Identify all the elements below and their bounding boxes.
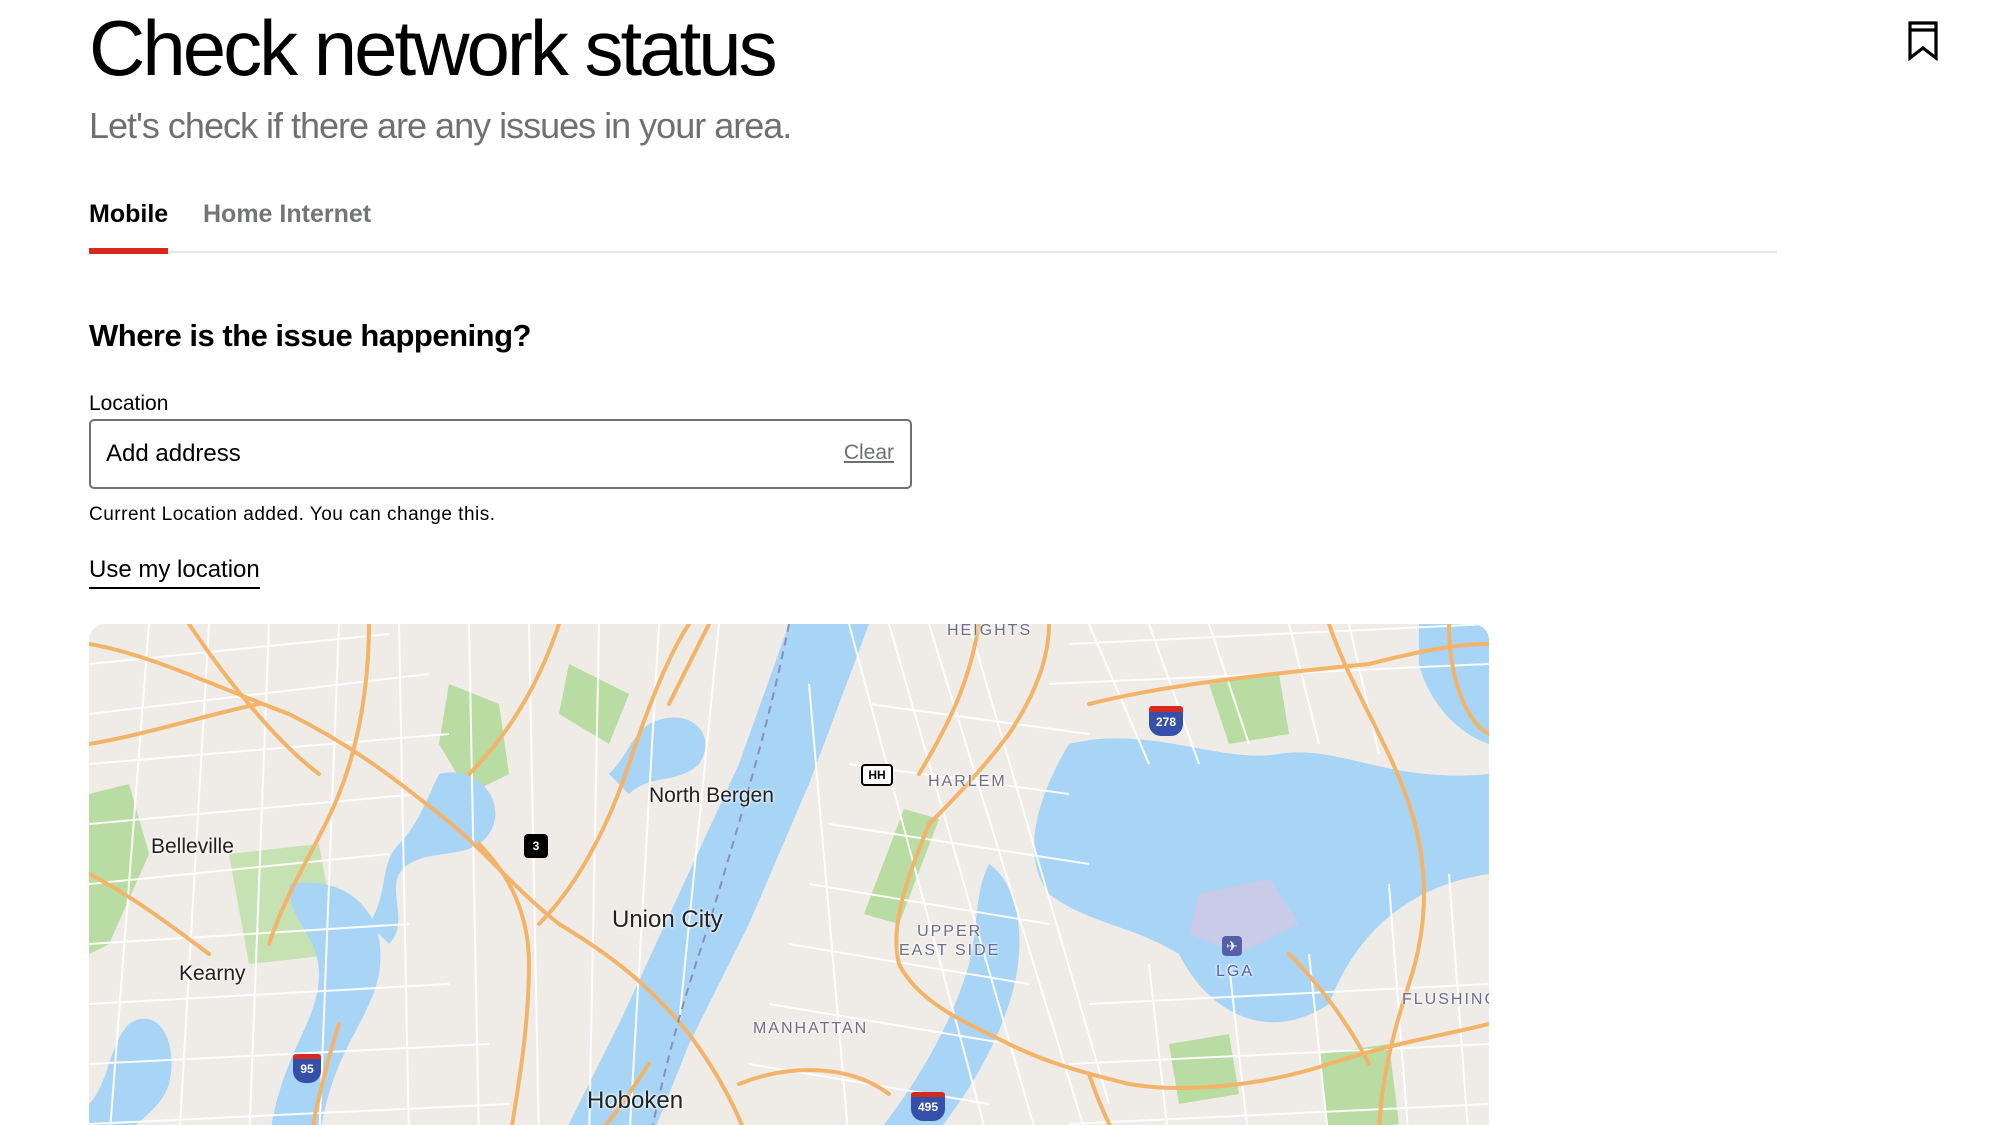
active-tab-indicator — [89, 248, 168, 254]
route-3-shield: 3 — [524, 834, 548, 858]
interstate-278-shield: 278 — [1149, 706, 1183, 736]
page: Check network status Let's check if ther… — [0, 0, 2001, 1125]
use-my-location-link[interactable]: Use my location — [89, 553, 260, 589]
map-label-north-bergen: North Bergen — [649, 784, 774, 807]
map-label-heights: HEIGHTS — [947, 624, 1033, 639]
map-label-manhattan: MANHATTAN — [753, 1020, 869, 1037]
clear-button[interactable]: Clear — [844, 441, 894, 465]
map-label-lga: LGA — [1216, 963, 1255, 980]
airport-icon: ✈ — [1222, 936, 1242, 956]
map-label-upper-east-side-line1: UPPER — [917, 923, 983, 940]
map-label-upper-east-side-line2: EAST SIDE — [899, 942, 1001, 959]
map-label-flushing: FLUSHING — [1402, 991, 1489, 1008]
page-subtitle: Let's check if there are any issues in y… — [89, 105, 792, 146]
tab-home-internet[interactable]: Home Internet — [203, 190, 371, 251]
location-label: Location — [89, 392, 169, 415]
map-label-belleville: Belleville — [151, 835, 234, 858]
map-canvas — [89, 624, 1489, 1125]
tab-mobile[interactable]: Mobile — [89, 190, 169, 254]
tab-mobile-label: Mobile — [89, 200, 169, 228]
map-label-union-city: Union City — [612, 906, 723, 933]
route-hh-shield: HH — [861, 764, 893, 786]
location-field: Clear — [89, 419, 912, 489]
map-label-harlem: HARLEM — [928, 773, 1007, 790]
bookmark-icon[interactable] — [1906, 20, 1940, 62]
map-label-kearny: Kearny — [179, 962, 246, 985]
location-helper-text: Current Location added. You can change t… — [89, 504, 496, 525]
tab-home-internet-label: Home Internet — [203, 200, 372, 228]
interstate-495-shield: 495 — [911, 1092, 945, 1121]
network-tabs: Mobile Home Internet — [89, 190, 1777, 254]
page-title: Check network status — [89, 4, 778, 92]
section-heading: Where is the issue happening? — [89, 318, 531, 353]
interstate-95-shield: 95 — [293, 1054, 321, 1083]
network-map[interactable]: Belleville North Bergen Union City Kearn… — [89, 624, 1489, 1125]
map-label-upper-east-side: UPPER EAST SIDE — [899, 922, 1000, 960]
map-label-hoboken: Hoboken — [587, 1087, 684, 1114]
location-input[interactable] — [106, 421, 806, 487]
